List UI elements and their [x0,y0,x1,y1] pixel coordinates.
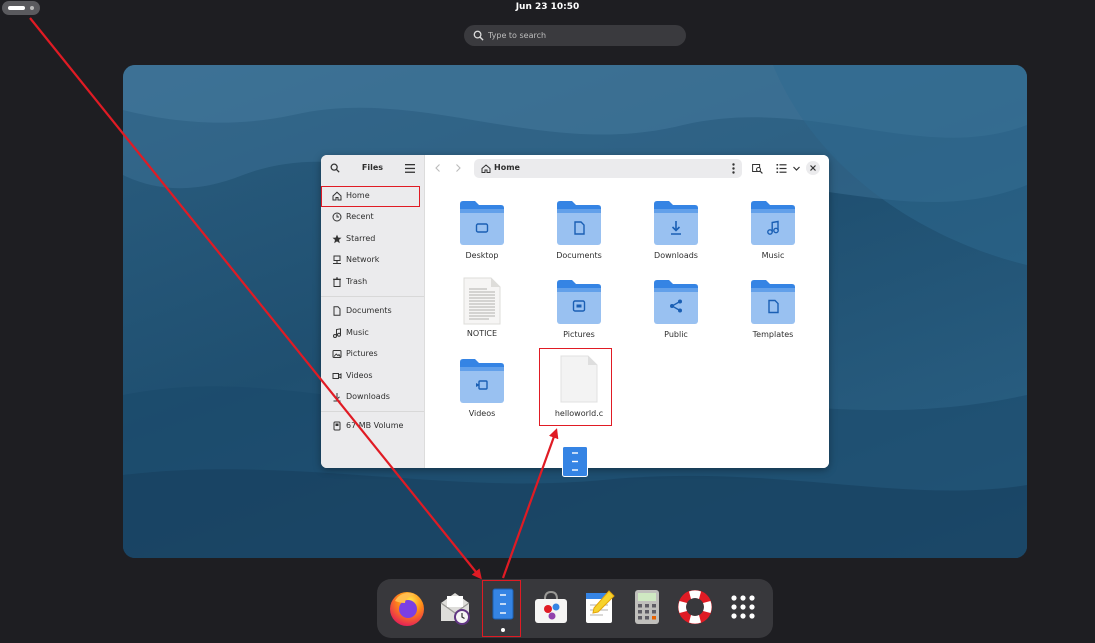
file-item-music[interactable]: Music [728,200,818,260]
sidebar-item-label: Recent [346,212,374,221]
files-window[interactable]: Files Home Recent Starred Network Trash … [321,155,829,468]
file-item-label: NOTICE [466,329,498,338]
sidebar-item-label: Pictures [346,349,378,358]
annotation-highlight-home [321,186,420,207]
music-icon [333,328,341,338]
sidebar-item-videos[interactable]: Videos [321,366,424,386]
text-editor-icon[interactable] [579,587,619,627]
clock-icon [332,212,342,222]
folder-icon [654,280,698,324]
download-icon [333,393,341,402]
dash [377,579,773,638]
path-bar[interactable]: Home [474,159,742,178]
sidebar-item-documents[interactable]: Documents [321,301,424,321]
calculator-icon[interactable] [627,587,667,627]
star-icon [332,234,342,244]
sidebar-item-starred[interactable]: Starred [321,229,424,249]
file-item-label: Documents [556,251,602,260]
sidebar-item-label: Downloads [346,392,390,401]
sidebar-item-trash[interactable]: Trash [321,272,424,292]
file-item-documents[interactable]: Documents [534,200,624,260]
clock[interactable]: Jun 23 10:50 [0,2,1095,12]
file-item-label: Templates [752,330,794,339]
sidebar-divider [321,296,424,297]
sidebar-item-label: Music [346,328,369,337]
file-item-label: Videos [468,409,496,418]
sidebar-item-label: Starred [346,234,376,243]
overview-search[interactable] [464,25,686,46]
network-icon [333,255,341,264]
sidebar-item-label: Trash [346,277,368,286]
file-item-label: Desktop [465,251,499,260]
file-item-desktop[interactable]: Desktop [437,200,527,260]
document-icon [333,306,341,316]
drive-icon [333,421,341,431]
file-item-label: Music [761,251,785,260]
folder-icon [654,201,698,245]
search-icon [473,30,484,41]
video-icon [332,373,342,379]
close-button[interactable] [806,161,820,175]
sidebar-divider [321,411,424,412]
annotation-highlight-files-dock [482,580,521,637]
app-grid-icon[interactable] [723,587,763,627]
sidebar-item-volume[interactable]: 67 MB Volume [321,416,424,436]
sidebar-header: Files [321,155,424,182]
file-item-public[interactable]: Public [631,279,721,339]
sidebar-item-label: Documents [346,306,392,315]
file-item-notice[interactable]: NOTICE [437,277,527,338]
home-icon [481,164,491,173]
folder-icon [557,280,601,324]
sidebar-item-label: Videos [346,371,373,380]
file-item-downloads[interactable]: Downloads [631,200,721,260]
search-folder-icon[interactable] [752,163,763,174]
file-view[interactable]: Home Desktop Documents Downloads Music N… [425,155,829,468]
dragged-files-icon [562,446,588,477]
folder-icon [751,201,795,245]
trash-icon [333,277,341,287]
annotation-highlight-helloworld [539,348,612,426]
mail-clock-icon[interactable] [435,587,475,627]
header-bar: Home [425,155,829,182]
close-icon [810,165,816,171]
search-input[interactable] [488,27,678,44]
folder-icon [751,280,795,324]
firefox-icon[interactable] [387,587,427,627]
forward-icon[interactable] [453,163,463,173]
sidebar-item-pictures[interactable]: Pictures [321,344,424,364]
more-options-icon[interactable] [732,163,735,174]
file-item-label: Pictures [563,330,595,339]
sidebar-item-music[interactable]: Music [321,323,424,343]
folder-icon [460,359,504,403]
chevron-down-icon[interactable] [791,163,802,174]
back-icon[interactable] [433,163,443,173]
sidebar-item-label: 67 MB Volume [346,421,404,430]
hamburger-menu-icon[interactable] [405,164,415,173]
sidebar-item-label: Network [346,255,380,264]
sidebar-item-network[interactable]: Network [321,250,424,270]
file-item-videos[interactable]: Videos [437,358,527,418]
file-item-templates[interactable]: Templates [728,279,818,339]
list-view-icon[interactable] [776,163,787,174]
file-item-label: Public [664,330,688,339]
file-item-pictures[interactable]: Pictures [534,279,624,339]
picture-icon [332,350,342,358]
text-file-icon [463,277,501,325]
sidebar-item-downloads[interactable]: Downloads [321,387,424,407]
path-segment-home[interactable]: Home [494,163,520,172]
folder-icon [557,201,601,245]
folder-icon [460,201,504,245]
sidebar-item-recent[interactable]: Recent [321,207,424,227]
software-icon[interactable] [531,587,571,627]
file-item-label: Downloads [654,251,698,260]
help-icon[interactable] [675,587,715,627]
